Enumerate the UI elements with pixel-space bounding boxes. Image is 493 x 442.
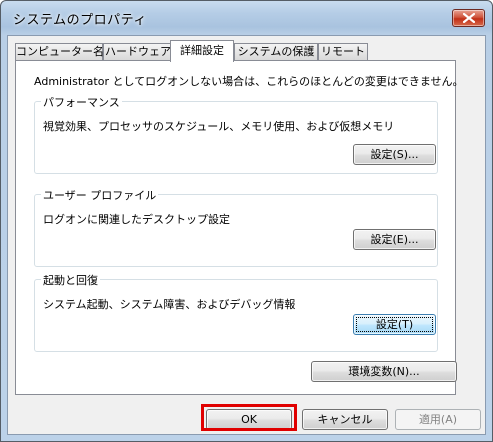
dialog-client-area: コンピューター名 ハードウェア 詳細設定 システムの保護 リモート Admini… (7, 35, 486, 435)
focus-ring (356, 317, 433, 332)
tab-advanced[interactable]: 詳細設定 (170, 40, 234, 62)
performance-group-title: パフォーマンス (41, 94, 122, 110)
window-title: システムのプロパティ (13, 13, 147, 28)
user-profile-settings-button[interactable]: 設定(E)... (353, 229, 436, 250)
startup-recovery-description: システム起動、システム障害、およびデバッグ情報 (43, 298, 296, 311)
tab-label: リモート (321, 45, 365, 58)
performance-group: パフォーマンス 視覚効果、プロセッサのスケジュール、メモリ使用、および仮想メモリ… (34, 94, 438, 174)
tab-label: 詳細設定 (180, 44, 224, 57)
user-profile-group: ユーザー プロファイル ログオンに関連したデスクトップ設定 設定(E)... (34, 187, 438, 267)
title-bar[interactable]: システムのプロパティ (1, 1, 492, 35)
close-button[interactable] (452, 9, 485, 27)
performance-settings-button[interactable]: 設定(S)... (353, 144, 436, 165)
apply-button[interactable]: 適用(A) (395, 409, 481, 430)
user-profile-group-title: ユーザー プロファイル (41, 187, 159, 203)
environment-variables-button[interactable]: 環境変数(N)... (311, 361, 457, 382)
tab-system-protection[interactable]: システムの保護 (234, 43, 318, 60)
ok-button[interactable]: OK (206, 409, 292, 430)
tab-label: システムの保護 (237, 45, 315, 58)
startup-recovery-settings-button[interactable]: 設定(T) (353, 314, 436, 335)
performance-description: 視覚効果、プロセッサのスケジュール、メモリ使用、および仮想メモリ (43, 120, 395, 133)
admin-notice: Administrator としてログオンしない場合は、これらのほとんどの変更は… (34, 75, 464, 88)
startup-recovery-group: 起動と回復 システム起動、システム障害、およびデバッグ情報 設定(T) (34, 272, 438, 352)
startup-recovery-group-title: 起動と回復 (41, 272, 100, 288)
system-properties-window: システムのプロパティ コンピューター名 ハードウェア 詳細設定 システムの保護 … (0, 0, 493, 442)
close-icon (463, 13, 475, 23)
advanced-tab-panel: Administrator としてログオンしない場合は、これらのほとんどの変更は… (15, 60, 464, 395)
cancel-button[interactable]: キャンセル (302, 409, 388, 430)
tab-remote[interactable]: リモート (318, 43, 368, 60)
tab-label: コンピューター名 (16, 45, 104, 58)
user-profile-description: ログオンに関連したデスクトップ設定 (43, 213, 230, 226)
tab-hardware[interactable]: ハードウェア (103, 43, 173, 60)
tab-computer-name[interactable]: コンピューター名 (15, 43, 104, 60)
tab-label: ハードウェア (105, 45, 171, 58)
